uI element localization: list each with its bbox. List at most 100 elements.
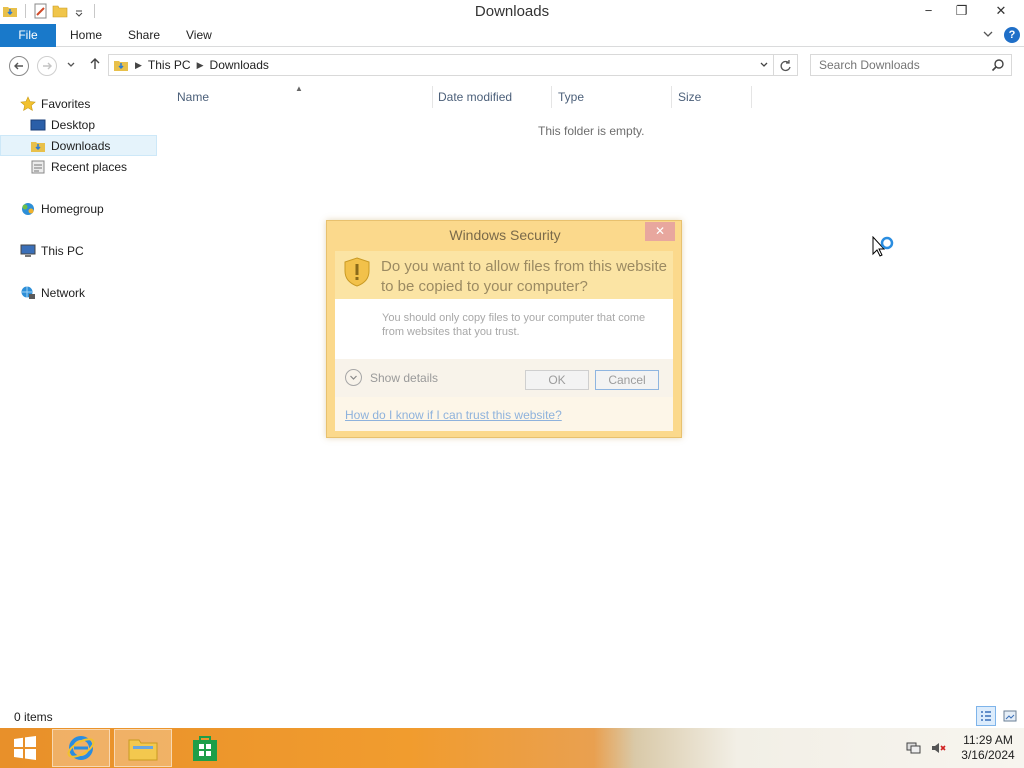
back-button[interactable] <box>9 56 29 76</box>
close-button[interactable]: ✕ <box>978 0 1024 21</box>
network-icon <box>20 285 36 301</box>
window-title: Downloads <box>474 3 550 20</box>
up-arrow-icon[interactable] <box>88 57 102 74</box>
search-box <box>810 54 1012 76</box>
file-explorer-icon <box>128 739 158 761</box>
taskbar: 11:29 AM 3/16/2024 <box>0 728 1024 768</box>
downloads-folder-icon <box>113 57 129 73</box>
large-icons-view-button[interactable] <box>1000 706 1020 726</box>
dialog-question: Do you want to allow files from this web… <box>381 258 667 295</box>
nav-item-recent-places[interactable]: Recent places <box>0 156 157 177</box>
sort-ascending-icon: ▲ <box>295 84 303 93</box>
store-icon <box>193 736 217 761</box>
breadcrumb-separator-icon[interactable]: ▶ <box>135 60 142 71</box>
start-button[interactable] <box>0 729 50 767</box>
status-bar: 0 items <box>0 706 1024 728</box>
qat-separator <box>25 4 26 18</box>
column-header-type[interactable]: Type <box>552 86 672 108</box>
recent-places-icon <box>30 159 46 175</box>
minimize-button[interactable]: − <box>912 0 945 21</box>
forward-arrow-icon <box>43 62 52 70</box>
details-view-icon <box>981 711 991 721</box>
refresh-button[interactable] <box>774 54 798 76</box>
search-icon[interactable] <box>991 58 1005 75</box>
recent-locations-chevron-icon[interactable] <box>66 59 76 73</box>
nav-label-favorites: Favorites <box>41 96 91 111</box>
star-icon <box>20 95 36 112</box>
title-bar: Downloads − ❐ ✕ <box>0 0 1024 24</box>
restore-button[interactable]: ❐ <box>945 0 978 21</box>
address-row: ▶ This PC ▶ Downloads <box>0 48 1024 82</box>
dialog-description: You should only copy files to your compu… <box>382 312 646 338</box>
expand-ribbon-chevron-icon[interactable] <box>982 28 994 43</box>
qat-separator <box>94 4 95 18</box>
system-tray: 11:29 AM 3/16/2024 <box>906 728 1024 768</box>
show-details-label: Show details <box>370 370 439 385</box>
address-dropdown-chevron-icon[interactable] <box>759 60 769 70</box>
dialog-footer: How do I know if I can trust this websit… <box>335 397 673 431</box>
warning-shield-icon <box>343 257 371 290</box>
desktop-icon <box>30 117 46 133</box>
trust-help-link[interactable]: How do I know if I can trust this websit… <box>345 408 562 422</box>
nav-label-this-pc: This PC <box>41 243 84 258</box>
tab-home[interactable]: Home <box>56 24 116 47</box>
tab-share[interactable]: Share <box>114 24 174 47</box>
nav-label-recent-places: Recent places <box>51 159 128 174</box>
nav-label-downloads: Downloads <box>51 138 111 153</box>
back-arrow-icon <box>14 62 23 70</box>
breadcrumb-this-pc[interactable]: This PC <box>148 58 191 72</box>
show-details-toggle[interactable]: Show details <box>345 369 438 386</box>
nav-item-homegroup[interactable]: Homegroup <box>0 198 157 219</box>
help-icon[interactable]: ? <box>1004 27 1020 43</box>
taskbar-internet-explorer[interactable] <box>52 729 110 767</box>
volume-muted-icon[interactable] <box>930 740 946 756</box>
downloads-folder-icon[interactable] <box>2 3 18 19</box>
properties-icon[interactable] <box>33 3 49 19</box>
nav-label-homegroup: Homegroup <box>41 201 104 216</box>
column-header-date-modified[interactable]: Date modified <box>432 86 552 108</box>
breadcrumb-downloads[interactable]: Downloads <box>210 58 269 72</box>
windows-security-dialog: Windows Security ✕ Do you want to allow … <box>326 220 682 438</box>
dialog-header: Do you want to allow files from this web… <box>335 251 673 299</box>
address-bar[interactable]: ▶ This PC ▶ Downloads <box>108 54 774 76</box>
quick-access-toolbar <box>2 3 99 19</box>
large-icons-view-icon <box>1003 710 1017 722</box>
downloads-folder-icon <box>30 138 46 154</box>
taskbar-file-explorer[interactable] <box>114 729 172 767</box>
chevron-down-icon <box>345 369 362 386</box>
details-view-button[interactable] <box>976 706 996 726</box>
network-status-icon[interactable] <box>906 740 922 756</box>
refresh-icon <box>780 59 791 71</box>
ribbon-right-controls: ? <box>982 27 1020 43</box>
window-controls: − ❐ ✕ <box>912 0 1024 21</box>
clock[interactable]: 11:29 AM 3/16/2024 <box>952 733 1024 763</box>
dialog-content: Do you want to allow files from this web… <box>335 251 673 431</box>
nav-item-favorites[interactable]: Favorites <box>0 93 157 114</box>
nav-item-desktop[interactable]: Desktop <box>0 114 157 135</box>
cancel-button[interactable]: Cancel <box>595 370 659 390</box>
nav-item-this-pc[interactable]: This PC <box>0 240 157 261</box>
ribbon: File Home Share View ? <box>0 24 1024 47</box>
taskbar-store[interactable] <box>176 729 234 767</box>
ok-button[interactable]: OK <box>525 370 589 390</box>
nav-item-downloads[interactable]: Downloads <box>0 135 157 156</box>
new-folder-icon[interactable] <box>52 3 68 19</box>
forward-button[interactable] <box>37 56 57 76</box>
tab-file[interactable]: File <box>0 24 56 47</box>
tab-view[interactable]: View <box>172 24 226 47</box>
dialog-title: Windows Security <box>449 227 561 243</box>
busy-cursor-icon <box>872 235 898 269</box>
nav-item-network[interactable]: Network <box>0 282 157 303</box>
column-headers: Name ▲ Date modified Type Size <box>165 84 765 108</box>
dialog-close-button[interactable]: ✕ <box>645 222 675 241</box>
nav-label-network: Network <box>41 285 86 300</box>
navigation-pane: Favorites Desktop Downloads Recent place… <box>0 86 157 706</box>
view-switcher <box>976 706 1020 726</box>
customize-qat-chevron-icon[interactable] <box>71 3 87 19</box>
search-input[interactable] <box>819 55 989 75</box>
column-header-size[interactable]: Size <box>672 86 752 108</box>
breadcrumb-separator-icon[interactable]: ▶ <box>197 60 204 71</box>
nav-label-desktop: Desktop <box>51 117 96 132</box>
clock-date: 3/16/2024 <box>961 748 1015 762</box>
windows-logo-icon <box>14 736 36 760</box>
